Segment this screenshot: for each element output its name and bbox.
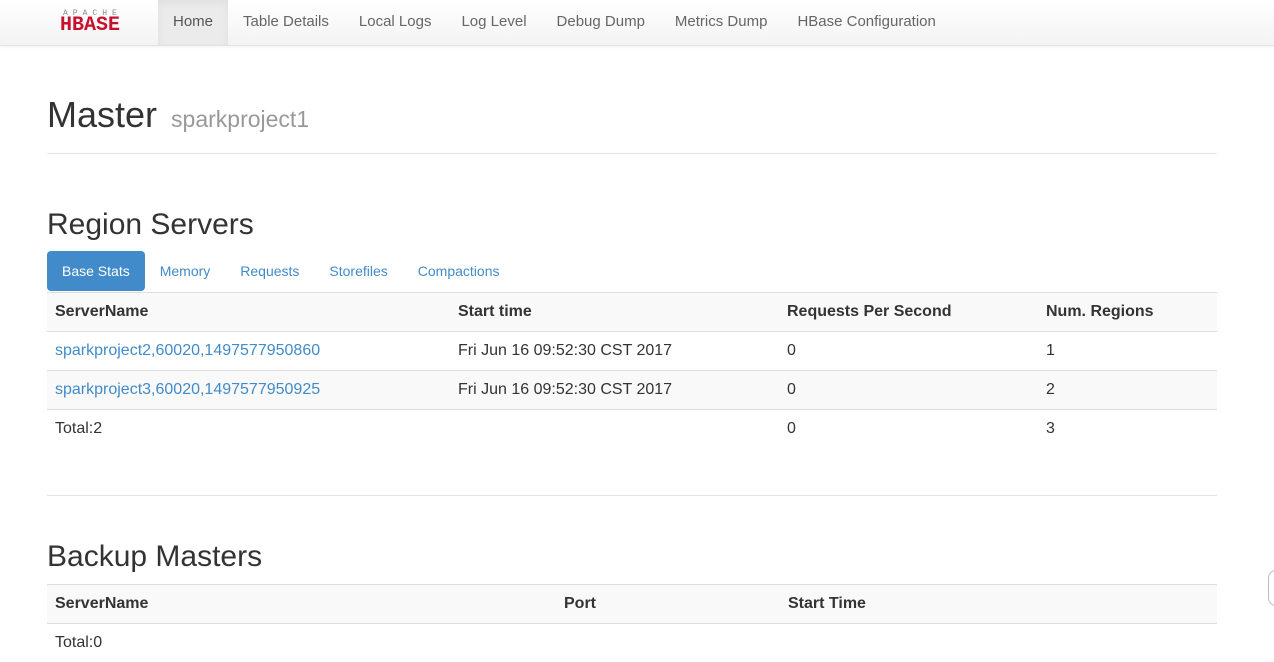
hbase-logo[interactable]: APACHE HBASE xyxy=(60,9,146,35)
server-name-cell: sparkproject3,60020,1497577950925 xyxy=(47,371,450,410)
backup-masters-table: ServerName Port Start Time Total:0 xyxy=(47,584,1217,662)
table-row: sparkproject2,60020,1497577950860 Fri Ju… xyxy=(47,332,1217,371)
rps-cell: 0 xyxy=(779,371,1038,410)
regions-cell: 2 xyxy=(1038,371,1217,410)
start-time-cell: Fri Jun 16 09:52:30 CST 2017 xyxy=(450,332,779,371)
nav-metrics-dump[interactable]: Metrics Dump xyxy=(660,0,783,45)
region-servers-tabs: Base Stats Memory Requests Storefiles Co… xyxy=(47,251,1217,291)
total-label: Total:0 xyxy=(47,624,556,662)
nav-local-logs[interactable]: Local Logs xyxy=(344,0,447,45)
nav-home[interactable]: Home xyxy=(158,0,228,45)
col-requests-per-second[interactable]: Requests Per Second xyxy=(779,293,1038,332)
col-start-time[interactable]: Start time xyxy=(450,293,779,332)
total-regions: 3 xyxy=(1038,410,1217,449)
tab-base-stats[interactable]: Base Stats xyxy=(47,251,145,291)
region-servers-table: ServerName Start time Requests Per Secon… xyxy=(47,292,1217,448)
logo-hbase-text: HBASE xyxy=(60,14,120,37)
server-link[interactable]: sparkproject2,60020,1497577950860 xyxy=(55,342,320,359)
tab-compactions[interactable]: Compactions xyxy=(403,251,515,291)
top-navbar: APACHE HBASE Home Table Details Local Lo… xyxy=(0,0,1274,46)
col-servername[interactable]: ServerName xyxy=(47,293,450,332)
main-content: Master sparkproject1 Region Servers Base… xyxy=(47,45,1217,662)
backup-masters-heading: Backup Masters xyxy=(47,540,1217,574)
col-servername[interactable]: ServerName xyxy=(47,585,556,624)
region-servers-heading: Region Servers xyxy=(47,208,1217,242)
page-title-text: Master xyxy=(47,94,157,135)
nav-table-details[interactable]: Table Details xyxy=(228,0,344,45)
table-header-row: ServerName Start time Requests Per Secon… xyxy=(47,293,1217,332)
master-hostname: sparkproject1 xyxy=(171,106,309,132)
col-start-time[interactable]: Start Time xyxy=(780,585,1217,624)
nav-hbase-configuration[interactable]: HBase Configuration xyxy=(782,0,950,45)
scroll-to-top-handle[interactable] xyxy=(1268,570,1274,606)
page-header: Master sparkproject1 xyxy=(47,95,1217,154)
server-link[interactable]: sparkproject3,60020,1497577950925 xyxy=(55,381,320,398)
total-rps: 0 xyxy=(779,410,1038,449)
col-port[interactable]: Port xyxy=(556,585,780,624)
empty-cell xyxy=(556,624,780,662)
start-time-cell: Fri Jun 16 09:52:30 CST 2017 xyxy=(450,371,779,410)
tab-requests[interactable]: Requests xyxy=(225,251,314,291)
nav-log-level[interactable]: Log Level xyxy=(446,0,541,45)
nav-menu: Home Table Details Local Logs Log Level … xyxy=(158,0,951,45)
total-row: Total:0 xyxy=(47,624,1217,662)
col-num-regions[interactable]: Num. Regions xyxy=(1038,293,1217,332)
tab-storefiles[interactable]: Storefiles xyxy=(314,251,402,291)
server-name-cell: sparkproject2,60020,1497577950860 xyxy=(47,332,450,371)
total-row: Total:2 0 3 xyxy=(47,410,1217,449)
total-empty-cell xyxy=(450,410,779,449)
page-title: Master sparkproject1 xyxy=(47,95,1217,139)
tab-memory[interactable]: Memory xyxy=(145,251,226,291)
table-header-row: ServerName Port Start Time xyxy=(47,585,1217,624)
rps-cell: 0 xyxy=(779,332,1038,371)
total-label: Total:2 xyxy=(47,410,450,449)
section-divider xyxy=(47,495,1217,496)
empty-cell xyxy=(780,624,1217,662)
table-row: sparkproject3,60020,1497577950925 Fri Ju… xyxy=(47,371,1217,410)
nav-debug-dump[interactable]: Debug Dump xyxy=(542,0,660,45)
regions-cell: 1 xyxy=(1038,332,1217,371)
